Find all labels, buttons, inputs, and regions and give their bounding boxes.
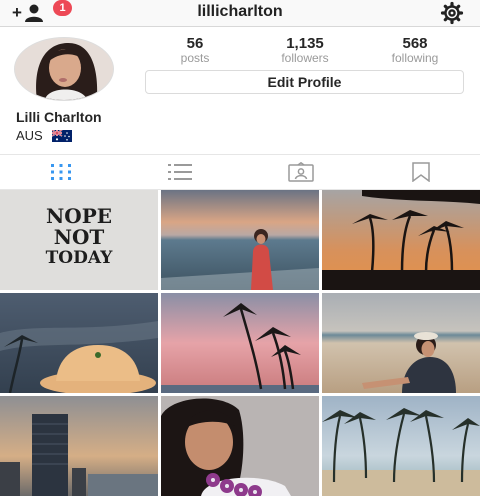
post-city-skyline <box>0 396 158 496</box>
posts-stat[interactable]: 56 posts <box>140 36 250 65</box>
grid-icon[interactable] <box>48 162 74 182</box>
profile-location: AUS <box>16 128 73 143</box>
following-stat[interactable]: 568 following <box>360 36 470 65</box>
profile-full-name: Lilli Charlton <box>16 109 102 125</box>
followers-count: 1,135 <box>286 35 324 52</box>
australia-flag-icon <box>52 130 73 142</box>
following-count: 568 <box>402 35 428 52</box>
post-thumbnail[interactable] <box>322 293 480 393</box>
post-thumbnail[interactable]: NOPE NOT TODAY <box>0 190 158 290</box>
posts-grid: NOPE NOT TODAY <box>0 190 480 496</box>
profile-stats: 56 posts 1,135 followers 568 following <box>140 36 470 66</box>
post-thumbnail[interactable] <box>161 396 319 496</box>
post-palm-sunset <box>322 190 480 290</box>
post-thumbnail[interactable] <box>322 190 480 290</box>
following-label: following <box>391 51 439 65</box>
profile-tabs <box>0 154 480 190</box>
tagged-icon[interactable] <box>288 162 314 182</box>
list-icon[interactable] <box>167 162 193 182</box>
post-bucket-hat <box>0 293 158 393</box>
post-palm-beach <box>322 396 480 496</box>
avatar[interactable] <box>14 37 114 101</box>
followers-stat[interactable]: 1,135 followers <box>250 36 360 65</box>
post-thumbnail[interactable] <box>322 396 480 496</box>
post-text-line: NOT <box>54 225 105 249</box>
top-bar: + 1 lillicharlton <box>0 0 480 27</box>
post-selfie-lei <box>161 396 319 496</box>
gear-icon[interactable] <box>439 1 465 25</box>
post-thumbnail[interactable] <box>161 190 319 290</box>
post-beach-girl <box>322 293 480 393</box>
posts-count: 56 <box>186 35 204 52</box>
bookmark-icon[interactable] <box>408 162 434 182</box>
post-thumbnail[interactable] <box>161 293 319 393</box>
post-text-line: TODAY <box>46 248 114 268</box>
post-thumbnail[interactable] <box>0 293 158 393</box>
posts-label: posts <box>180 51 210 65</box>
edit-profile-button[interactable]: Edit Profile <box>145 70 464 94</box>
post-nope-not-today: NOPE NOT TODAY <box>0 190 158 290</box>
post-thumbnail[interactable] <box>0 396 158 496</box>
post-sunset-sea-girl <box>161 190 319 290</box>
location-text: AUS <box>16 128 43 143</box>
page-title: lillicharlton <box>197 3 283 20</box>
followers-label: followers <box>281 51 329 65</box>
profile-photo <box>15 38 113 100</box>
post-pink-sky-palms <box>161 293 319 393</box>
